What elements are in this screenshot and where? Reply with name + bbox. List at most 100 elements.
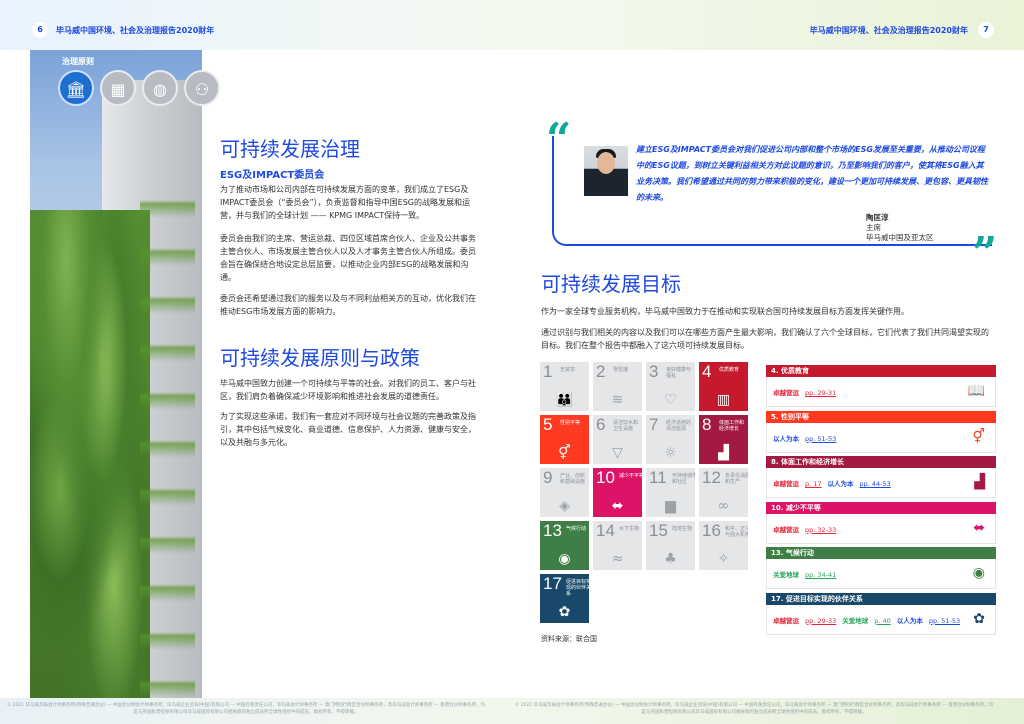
governance-icon-row: 🏛 ▦ ◍ ⚇ [58,70,220,106]
section-title-sdg: 可持续发展目标 [541,272,681,296]
page-number-left: 6 [32,22,48,38]
page-reference-link[interactable]: pp. 32-33 [805,526,836,534]
reference-category: 以人为本 [896,616,923,625]
reference-category: 以人为本 [827,480,854,488]
sdg-goal-icon: ♣ [664,551,677,567]
green-wall [30,210,150,698]
sdg-goal-icon: ⬌ [611,498,624,514]
sdg-tile-9: 9 产业、创新和基础设施 ◈ [540,468,589,517]
sdg-goal-icon: ≋ [611,392,624,408]
sdg-goal-icon: ◉ [558,551,571,567]
sdg-goal-body: 关爱地球 pp. 34-41 ◉ [766,559,996,589]
paragraph: 委员会由我们的主席、营运总裁、四位区域首席合伙人、企业及公共事务主管合伙人、市场… [220,234,476,282]
sdg-tile-number: 2 [596,362,606,381]
sdg-tile-7: 7 经济适用的清洁能源 ☼ [646,415,695,464]
sdg-goal-title: 13. 气候行动 [766,547,996,559]
page-reference-link[interactable]: p. 17 [805,480,822,488]
sdg-goal-icon: ▟ [974,474,985,490]
sdg-tile-8: 8 体面工作和经济增长 ▟ [699,415,748,464]
sdg-tile-1: 1 无贫穷 👪 [540,362,589,411]
paragraph: 毕马威中国致力创建一个可持续与平等的社会。对我们的员工、客户与社区，我们肩负着确… [220,379,476,401]
section-title-principles: 可持续发展原则与政策 [220,346,420,370]
building-photo [30,50,202,698]
globe-icon[interactable]: ◍ [142,70,178,106]
sdg-tile-label: 促进目标实现的伙伴关系 [566,579,589,597]
paragraph: 作为一家全球专业服务机构，毕马威中国致力于在推动和实现联合国可持续发展目标方面发… [541,307,909,316]
sdg-tile-label: 无贫穷 [560,367,576,373]
page-reference-link[interactable]: p. 40 [874,617,891,625]
reference-category: 卓越营运 [773,616,799,625]
people-icon[interactable]: ⚇ [184,70,220,106]
sdg-tile-17: 17 促进目标实现的伙伴关系 ✿ [540,574,589,623]
sdg-tile-number: 7 [649,415,659,434]
sdg-goal-icon: ⬌ [973,519,985,536]
sdg-goal-icon: ♡ [664,392,677,408]
page-footer: © 2021 毕马威华振会计师事务所(特殊普通合伙) — 中国合伙制会计师事务所… [0,698,1024,724]
reference-category: 卓越营运 [773,389,799,397]
sdg-goal-body: 卓越营运 pp. 32-33 ⬌ [766,513,996,544]
paragraph: 为了实现这些承诺，我们有一套应对不同环境与社会议题的完善政策及指引，其中包括气候… [220,412,476,447]
sdg-goal-icon: ✿ [973,610,985,627]
page-reference-link[interactable]: pp. 51-53 [805,435,836,443]
running-title-right: 毕马威中国环境、社会及治理报告2020财年 [809,26,968,35]
sdg-goal-body: 以人为本 pp. 51-53 ⚥ [766,422,996,453]
sdg-tile-number: 5 [543,415,553,434]
sdg-tile-number: 1 [543,362,553,381]
sdg-tile-number: 4 [702,362,712,381]
open-quote-icon: “ [546,114,572,165]
sdg-goal-title: 5. 性别平等 [766,410,996,423]
sdg-goal-references: 卓越营运 pp. 29-31 [773,387,842,397]
sdg-tile-number: 10 [596,468,615,487]
sdg-tile-15: 15 陆地生物 ♣ [646,521,695,570]
sdg-goal-card: 4. 优质教育 卓越营运 pp. 29-31 📖 [766,365,996,407]
sdg-tile-13: 13 气候行动 ◉ [540,521,589,570]
page-reference-link[interactable]: pp. 29-33 [805,617,836,625]
chairman-portrait [584,146,628,196]
sdg-tile-number: 6 [596,415,606,434]
hanging-plants [140,170,195,698]
sdg-tile-number: 16 [702,521,721,540]
sdg-tile-number: 17 [543,574,562,593]
sdg-tile-label: 清洁饮水和卫生设施 [613,420,639,432]
pillars-icon[interactable]: 🏛 [58,70,94,106]
sdg-goal-title: 4. 优质教育 [766,365,996,377]
sdg-tile-label: 体面工作和经济增长 [719,420,745,432]
page-reference-link[interactable]: pp. 34-41 [805,571,836,579]
building-icon[interactable]: ▦ [100,70,136,106]
sdg-goal-icon: ▟ [718,445,729,461]
sdg-tile-label: 负责任消费和生产 [725,473,748,485]
page-reference-link[interactable]: pp. 29-31 [805,389,836,397]
page-reference-link[interactable]: pp. 51-53 [929,617,960,625]
sdg-tile-number: 3 [649,362,659,381]
sdg-tile-label: 性别平等 [560,420,581,426]
sdg-tile-label: 气候行动 [566,526,587,532]
source-note: 资料来源：联合国 [541,635,597,643]
sdg-goal-body: 卓越营运 pp. 29-31 📖 [766,377,996,407]
quote-text: 建立ESG及IMPACT委员会对我们促进公司内部和整个市场的ESG发展至关重要，… [636,145,988,202]
sdg-goal-icon: ⚥ [558,445,571,461]
sdg-goal-icon: ◈ [559,498,570,514]
sdg-tile-number: 11 [649,468,667,487]
reference-category: 卓越营运 [773,525,799,534]
sdg-tile-number: 8 [702,415,712,434]
sdg-tile-11: 11 可持续城市和社区 ▆ [646,468,695,517]
sdg-tile-3: 3 良好健康与福祉 ♡ [646,362,695,411]
sdg-tile-number: 9 [543,468,553,487]
sdg-goal-card: 17. 促进目标实现的伙伴关系 卓越营运 pp. 29-33 关爱地球 p. 40 以人为… [766,592,996,635]
sdg-tile-12: 12 负责任消费和生产 ∞ [699,468,748,517]
page-number-right: 7 [978,22,994,38]
sdg-tile-14: 14 水下生物 ≈ [593,521,642,570]
copyright-left: © 2021 毕马威华振会计师事务所(特殊普通合伙) — 中国合伙制会计师事务所… [6,703,486,715]
sdg-tile-label: 零饥饿 [613,367,629,373]
sdg-goal-body: 卓越营运 pp. 29-33 关爱地球 p. 40 以人为本 pp. 51-53 ✿ [766,604,996,635]
reference-category: 以人为本 [773,434,799,443]
sdg-goal-icon: 👪 [555,392,574,408]
page-reference-link[interactable]: pp. 44-53 [860,480,891,488]
sdg-tile-label: 优质教育 [719,367,740,373]
sdg-goal-card: 8. 体面工作和经济增长 卓越营运 p. 17 以人为本 pp. 44-53 ▟ [766,456,996,498]
sdg-tile-4: 4 优质教育 ▥ [699,362,748,411]
sdg-tile-label: 经济适用的清洁能源 [666,420,692,432]
close-quote-icon: ” [972,228,998,279]
reference-category: 关爱地球 [773,571,799,579]
sdg-goal-card: 13. 气候行动 关爱地球 pp. 34-41 ◉ [766,547,996,589]
